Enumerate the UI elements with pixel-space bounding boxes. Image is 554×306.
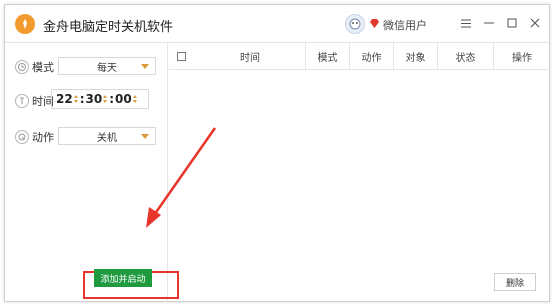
annotation-arrow	[146, 127, 217, 228]
